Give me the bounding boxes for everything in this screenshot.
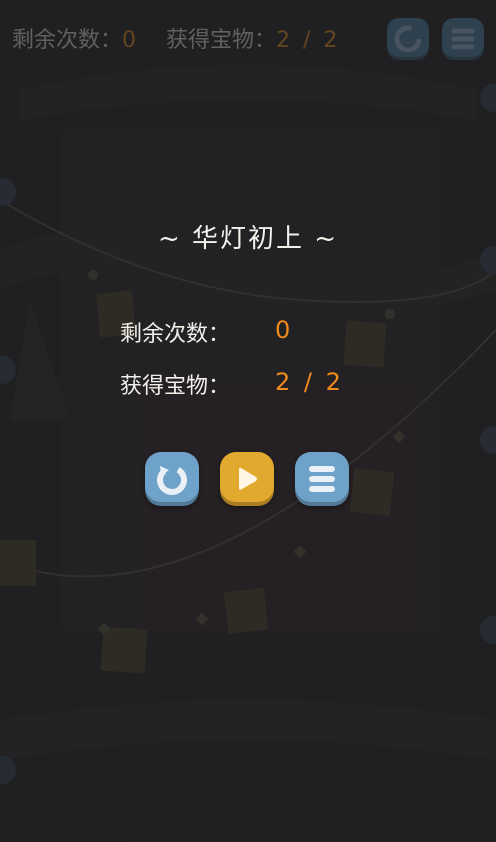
level-title: ~ 华灯初上 ~ — [157, 224, 339, 254]
play-button[interactable] — [220, 452, 274, 506]
hud-remaining-value: 0 — [122, 28, 137, 53]
remaining-tries-value: 0 — [275, 316, 294, 344]
treasure-value: 2 / 2 — [275, 368, 344, 396]
menu-icon — [451, 28, 475, 50]
restart-icon — [394, 25, 422, 53]
top-hud: 剩余次数：0 获得宝物：2 / 2 — [12, 18, 484, 60]
hud-treasure-value: 2 / 2 — [276, 28, 341, 53]
restart-button[interactable] — [145, 452, 199, 506]
play-icon — [239, 467, 257, 490]
hud-remaining-label: 剩余次数： — [12, 28, 123, 53]
treasure-row: 获得宝物： 2 / 2 — [120, 368, 341, 400]
remaining-tries-label: 剩余次数： — [120, 322, 231, 347]
restart-icon — [157, 465, 187, 495]
menu-button[interactable] — [295, 452, 349, 506]
remaining-tries-row: 剩余次数： 0 — [120, 316, 290, 348]
hud-treasure: 获得宝物：2 / 2 — [166, 22, 340, 54]
dim-overlay — [0, 0, 496, 842]
hud-treasure-label: 获得宝物： — [166, 28, 277, 53]
treasure-label: 获得宝物： — [120, 374, 231, 399]
hud-menu-button — [442, 18, 484, 60]
hud-remaining: 剩余次数：0 — [12, 22, 136, 54]
hud-restart-button — [387, 18, 429, 60]
menu-icon — [309, 466, 335, 492]
